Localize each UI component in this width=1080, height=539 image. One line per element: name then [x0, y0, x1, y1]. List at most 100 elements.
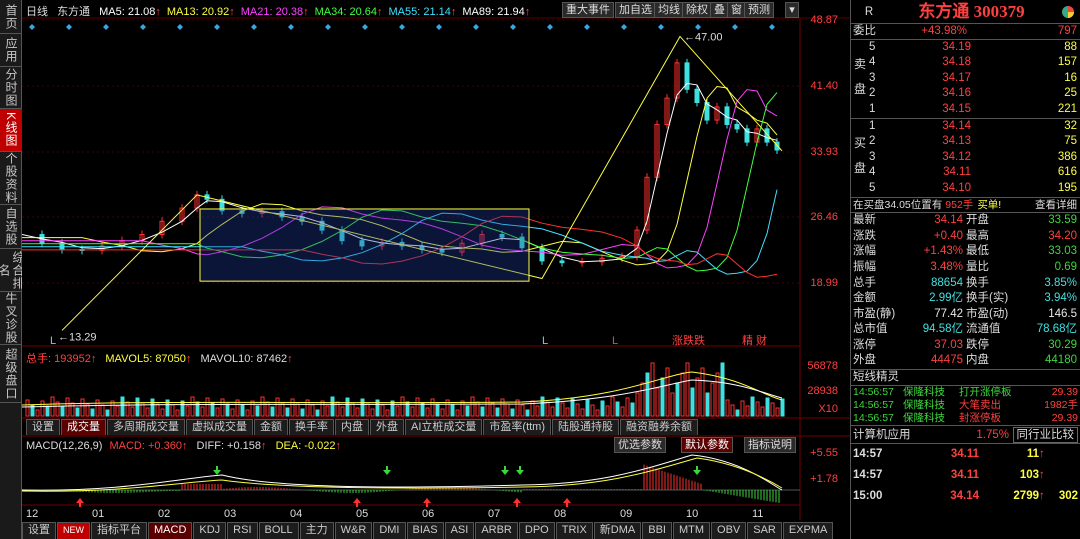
indicator-tab-8[interactable]: W&R — [334, 522, 373, 539]
quote-label: 涨幅 — [853, 245, 876, 258]
quote-label: 换手(实) — [966, 292, 1009, 305]
indicator-tab-6[interactable]: BOLL — [258, 522, 299, 539]
volume-tab-4[interactable]: 金额 — [254, 419, 288, 435]
volume-bar — [205, 397, 210, 417]
macd-button-1[interactable]: 默认参数 — [681, 437, 733, 453]
mavol10-label: MAVOL10: 87462 — [200, 353, 288, 365]
short-line-title[interactable]: 短线精灵 — [851, 370, 899, 385]
indicator-tab-13[interactable]: DPO — [518, 522, 555, 539]
indicator-tab-5[interactable]: RSI — [227, 522, 258, 539]
indicator-tab-3[interactable]: MACD — [148, 522, 193, 539]
volume-tab-7[interactable]: 外盘 — [370, 419, 404, 435]
side-tab-6[interactable]: 综合排名 — [0, 249, 25, 292]
volume-bar — [300, 408, 305, 417]
side-tab-2[interactable]: 分时图 — [0, 67, 22, 109]
event-diamond-icon — [362, 24, 368, 30]
toolbar-button-3[interactable]: 除权 — [682, 2, 712, 18]
volume-bar — [595, 409, 600, 417]
tick-list: 14:57 34.11 11 ↑ 14:57 34.11 103 ↑ 15:00 34.14 279… — [851, 444, 1080, 507]
indicator-tab-11[interactable]: ASI — [444, 522, 475, 539]
event-diamond-icon — [103, 24, 109, 30]
toolbar-button-1[interactable]: 加自选 — [615, 2, 656, 18]
macd-legend: MACD(12,26,9) MACD: +0.360↑ DIFF: +0.158… — [26, 440, 341, 452]
side-tab-1[interactable]: 应用 — [0, 34, 22, 67]
asks-price: 34.18 — [942, 56, 971, 69]
indicator-tab-1[interactable]: NEW — [57, 522, 90, 539]
up-arrow-icon: ↑ — [1039, 468, 1045, 481]
volume-bar — [315, 409, 320, 417]
volume-tab-0[interactable]: 设置 — [26, 419, 60, 435]
volume-bar — [240, 404, 245, 417]
indicator-tab-12[interactable]: ARBR — [475, 522, 518, 539]
quote-label: 市盈(动) — [966, 307, 1009, 320]
volume-bar — [325, 405, 330, 417]
bids-level: 3 — [869, 150, 876, 163]
volume-bar — [245, 409, 250, 417]
pie-chart-icon[interactable] — [1056, 0, 1080, 23]
event-diamond-icon — [621, 24, 627, 30]
toolbar-button-2[interactable]: 均线 — [654, 2, 684, 18]
alert-row[interactable]: 14:56:57 保隆科技 大笔卖出 1982手 — [851, 399, 1080, 412]
side-tab-5[interactable]: 自选股 — [0, 205, 22, 249]
consolidation-box — [199, 208, 530, 282]
indicator-tab-2[interactable]: 指标平台 — [91, 522, 147, 539]
month-label: 08 — [554, 508, 566, 520]
volume-tab-11[interactable]: 融资融券余额 — [620, 419, 699, 435]
volume-tab-9[interactable]: 市盈率(ttm) — [483, 419, 552, 435]
indicator-tab-18[interactable]: OBV — [711, 522, 747, 539]
volume-tab-2[interactable]: 多周期成交量 — [107, 419, 185, 435]
toolbar-button-0[interactable]: 重大事件 — [562, 2, 614, 18]
volume-bar — [510, 408, 515, 417]
macd-button-2[interactable]: 指标说明 — [744, 437, 796, 453]
quote-label: 最新 — [853, 214, 876, 227]
quote-value: +0.40 — [933, 229, 963, 242]
volume-bar — [455, 409, 460, 417]
indicator-tab-15[interactable]: 新DMA — [593, 522, 642, 539]
ma-legend-item: MA55: 21.14 — [388, 6, 451, 18]
indicator-tab-19[interactable]: SAR — [747, 522, 782, 539]
volume-tab-1[interactable]: 成交量 — [61, 419, 106, 435]
volume-tab-6[interactable]: 内盘 — [335, 419, 369, 435]
volume-tab-10[interactable]: 陆股通持股 — [552, 419, 620, 435]
side-tab-8[interactable]: 超级盘口 — [0, 345, 22, 403]
kline-chart-svg[interactable]: ←47.00←13.29L L L 涨跌跌精 财12 01 02 03 04 05 06 07 08 0… — [22, 0, 850, 539]
short-line-header: 短线精灵 — [851, 370, 1080, 386]
volume-bar — [380, 404, 385, 417]
indicator-tab-7[interactable]: 主力 — [299, 522, 334, 539]
volume-tab-3[interactable]: 虚拟成交量 — [186, 419, 253, 435]
side-tab-0[interactable]: 首页 — [0, 0, 22, 34]
side-tab-7[interactable]: 牛叉诊股 — [0, 292, 22, 345]
indicator-tab-16[interactable]: BBI — [642, 522, 672, 539]
marker-jing: 精 财 — [742, 333, 767, 347]
toolbar-button-6[interactable]: 预测 — [744, 2, 774, 18]
volume-tab-8[interactable]: AI立桩成交量 — [405, 419, 483, 435]
volume-bar — [70, 402, 75, 417]
volume-bar — [80, 398, 85, 417]
quote-label: 换手 — [966, 276, 989, 289]
kline-chart-area[interactable]: ←47.00 ←13.29 L L L 涨跌跌精 财 12 01 02 03 04 05 06 07 08 0… — [22, 0, 850, 539]
side-tab-3[interactable]: K线图 — [0, 109, 22, 152]
view-detail-link[interactable]: 查看详细 — [1035, 198, 1080, 213]
indicator-tab-14[interactable]: TRIX — [555, 522, 593, 539]
volume-bar — [135, 397, 140, 417]
volume-bar — [720, 362, 725, 417]
side-tab-4[interactable]: 个股资料 — [0, 152, 22, 205]
alert-row[interactable]: 14:56:57 保隆科技 封涨停板 29.39 — [851, 412, 1080, 425]
industry-compare-button[interactable]: 同行业比较 — [1012, 426, 1078, 443]
realtime-mark: R — [864, 6, 874, 18]
indicator-tab-0[interactable]: 设置 — [22, 522, 56, 539]
volume-bar — [125, 401, 130, 417]
volume-tab-5[interactable]: 换手率 — [289, 419, 334, 435]
indicator-tab-17[interactable]: MTM — [672, 522, 711, 539]
indicator-tab-20[interactable]: EXPMA — [782, 522, 834, 539]
industry-name: 计算机应用 — [853, 428, 911, 441]
indicator-tab-10[interactable]: BIAS — [406, 522, 444, 539]
marker-L: L — [542, 335, 548, 347]
indicator-tab-4[interactable]: KDJ — [193, 522, 227, 539]
indicator-tab-9[interactable]: DMI — [373, 522, 406, 539]
macd-button-0[interactable]: 优选参数 — [614, 437, 666, 453]
ma-legend-item: MA21: 20.38 — [240, 6, 304, 18]
alert-row[interactable]: 14:56:57 保隆科技 打开涨停板 29.39 — [851, 386, 1080, 399]
month-label: 12 — [26, 508, 38, 520]
asks-price: 34.19 — [942, 40, 971, 53]
